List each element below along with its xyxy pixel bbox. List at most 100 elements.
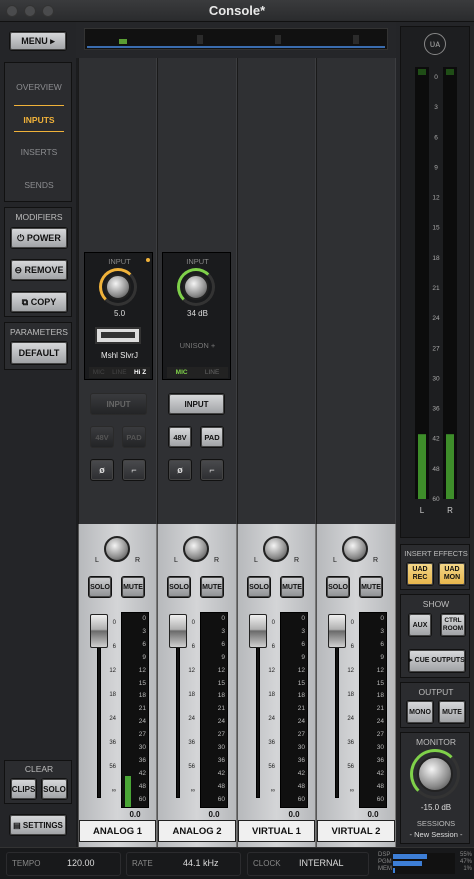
plugin-name[interactable]: Mshl SlvrJ	[85, 351, 154, 360]
pan-left-label: L	[95, 557, 99, 564]
input-1-48v-button[interactable]: 48V	[90, 426, 114, 448]
master-scale-tick: 15	[432, 225, 440, 232]
channel-strip-1: L R SOLO MUTE 0 3 6 9 12 15 18 21 24 27 30 36 42 48 60…	[78, 524, 157, 847]
channel-overview[interactable]	[84, 28, 388, 50]
line-option[interactable]: LINE	[205, 369, 219, 376]
master-scale-tick: 0	[434, 74, 438, 81]
master-scale-tick: 12	[432, 195, 440, 202]
fader-scale-tick: 56	[109, 764, 116, 770]
master-scale-tick: 36	[432, 406, 440, 413]
channel-name[interactable]: ANALOG 1	[79, 820, 156, 842]
settings-button[interactable]: ▤ SETTINGS	[9, 814, 67, 836]
nav-inputs[interactable]: INPUTS	[7, 115, 71, 125]
power-button[interactable]: ⏻ POWER	[10, 227, 68, 249]
input-2-lowcut-button[interactable]: ⌐	[200, 459, 224, 481]
hiz-option[interactable]: Hi Z	[134, 369, 146, 376]
input-2-48v-button[interactable]: 48V	[168, 426, 192, 448]
plugin-name[interactable]: UNISON +	[163, 341, 232, 350]
mic-option[interactable]: MIC	[93, 369, 105, 376]
channel-strip-3: L R SOLO MUTE 0 3 6 9 12 15 18 21 24 27 30 36 42 48 60…	[237, 524, 316, 847]
meter-scale-tick: 18	[217, 692, 225, 700]
mute-button[interactable]: MUTE	[280, 576, 304, 598]
input-1-select-button[interactable]: INPUT	[90, 393, 147, 415]
fader-scale-tick: ∞	[349, 788, 354, 794]
window-title: Console*	[208, 3, 266, 18]
uad-rec-button[interactable]: UAD REC	[406, 562, 434, 586]
input-type-selector[interactable]: MIC LINE Hi Z	[89, 367, 150, 378]
meter-scale-tick: 0	[380, 615, 384, 622]
mic-option[interactable]: MIC	[176, 369, 188, 376]
fader-scale-tick: 36	[268, 740, 275, 746]
solo-button[interactable]: SOLO	[88, 576, 112, 598]
mute-button[interactable]: MUTE	[121, 576, 145, 598]
meter-scale-tick: 48	[138, 782, 146, 790]
tempo-label: TEMPO	[12, 859, 41, 868]
meter-scale-tick: 0	[301, 615, 305, 622]
clear-solo-button[interactable]: SOLO	[41, 778, 68, 800]
input-2-phase-button[interactable]: ø	[168, 459, 192, 481]
input-2-pad-button[interactable]: PAD	[200, 426, 224, 448]
meter-scale-tick: 15	[138, 679, 146, 687]
input-type-selector[interactable]: MIC LINE	[167, 367, 228, 378]
channel-name[interactable]: VIRTUAL 2	[317, 820, 395, 842]
solo-button[interactable]: SOLO	[247, 576, 271, 598]
settings-icon: ▤	[13, 820, 21, 830]
fader-scale-tick: 56	[188, 764, 195, 770]
mute-button[interactable]: MUTE	[359, 576, 383, 598]
aux-button[interactable]: AUX	[408, 613, 432, 637]
amp-icon[interactable]	[95, 327, 141, 344]
pan-knob[interactable]	[104, 536, 130, 562]
monitor-value: -15.0 dB	[420, 803, 452, 812]
master-left-label: L	[420, 506, 425, 515]
channel-name[interactable]: VIRTUAL 1	[238, 820, 315, 842]
meter-scale-tick: 15	[217, 679, 225, 687]
meter-scale-tick: 24	[217, 718, 225, 726]
ctrl-room-button[interactable]: CTRL ROOM	[440, 613, 466, 637]
input-1-pad-button[interactable]: PAD	[122, 426, 146, 448]
channel-name[interactable]: ANALOG 2	[158, 820, 236, 842]
parameters-panel: PARAMETERS DEFAULT	[4, 322, 72, 370]
meter-scale-tick: 21	[217, 705, 225, 713]
title-bar: Console*	[0, 0, 474, 22]
mute-button[interactable]: MUTE	[200, 576, 224, 598]
solo-button[interactable]: SOLO	[167, 576, 191, 598]
input-1-lowcut-button[interactable]: ⌐	[122, 459, 146, 481]
pan-knob[interactable]	[342, 536, 368, 562]
monitor-knob[interactable]	[417, 756, 453, 792]
view-nav: OVERVIEW INPUTS INSERTS SENDS	[4, 62, 72, 202]
meter-scale-tick: 21	[376, 705, 384, 713]
remove-button[interactable]: ⊖ REMOVE	[10, 259, 68, 281]
meter-scale-tick: 18	[376, 692, 384, 700]
mono-button[interactable]: MONO	[406, 700, 434, 724]
input-module-2: INPUT 34 dB UNISON + MIC LINE	[162, 252, 231, 380]
master-scale-tick: 27	[432, 345, 440, 352]
menu-button[interactable]: MENU ▸	[9, 31, 67, 51]
solo-button[interactable]: SOLO	[326, 576, 350, 598]
input-2-select-button[interactable]: INPUT	[168, 393, 225, 415]
nav-inserts[interactable]: INSERTS	[7, 147, 71, 157]
cue-outputs-button[interactable]: ▸ CUE OUTPUTS	[408, 649, 466, 673]
meter-scale-tick: 27	[376, 731, 384, 739]
nav-sends[interactable]: SENDS	[7, 180, 71, 190]
line-option[interactable]: LINE	[112, 369, 126, 376]
pan-knob[interactable]	[183, 536, 209, 562]
session-selector[interactable]: - New Session -	[404, 830, 468, 842]
gain-knob[interactable]	[183, 274, 209, 300]
output-mute-button[interactable]: MUTE	[438, 700, 466, 724]
input-module-1: INPUT 5.0 Mshl SlvrJ MIC LINE Hi Z	[84, 252, 153, 380]
meter-scale-tick: 18	[297, 692, 305, 700]
gain-knob[interactable]	[105, 274, 131, 300]
resource-percents: 55% 47% 1%	[457, 852, 472, 873]
nav-overview[interactable]: OVERVIEW	[7, 82, 71, 92]
fader-scale-tick: 24	[347, 716, 354, 722]
meter-scale-tick: 6	[221, 640, 225, 648]
parameters-label: PARAMETERS	[10, 327, 68, 337]
uad-mon-button[interactable]: UAD MON	[438, 562, 466, 586]
default-button[interactable]: DEFAULT	[10, 341, 68, 365]
input-1-phase-button[interactable]: ø	[90, 459, 114, 481]
copy-button[interactable]: ⧉ COPY	[10, 291, 68, 313]
clear-clips-button[interactable]: CLIPS	[10, 778, 37, 800]
master-scale-tick: 48	[432, 466, 440, 473]
status-led	[146, 258, 150, 262]
pan-knob[interactable]	[263, 536, 289, 562]
